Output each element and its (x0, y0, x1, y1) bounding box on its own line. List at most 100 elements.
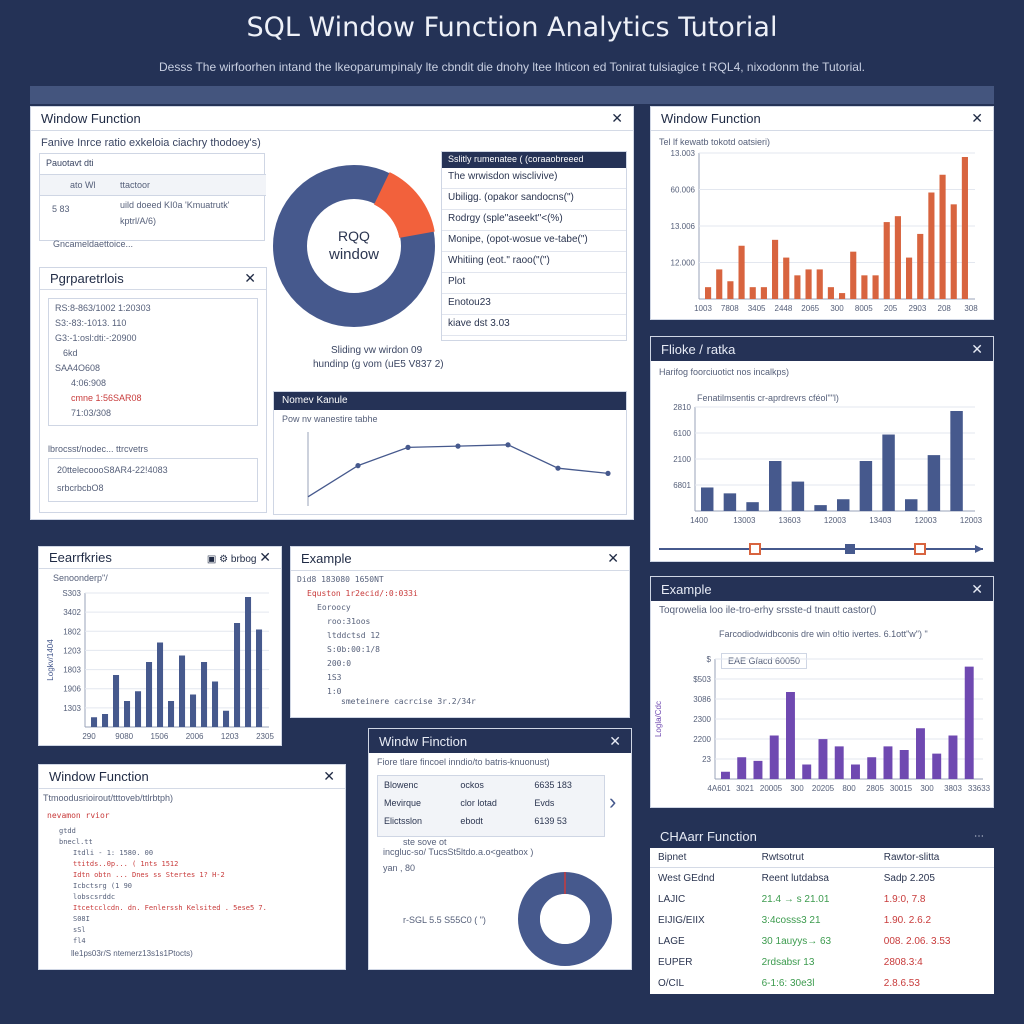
slider-handle[interactable] (845, 544, 855, 554)
line-point[interactable] (355, 463, 361, 469)
close-icon[interactable]: ✕ (611, 110, 623, 127)
table-row[interactable]: EUPER 2rdsabsr 13 2808.3:4 (650, 952, 994, 973)
legend-item[interactable]: Plot (442, 273, 626, 294)
bar[interactable] (927, 455, 941, 511)
bar[interactable] (201, 662, 208, 727)
bar[interactable] (950, 411, 963, 511)
settings-icon[interactable]: ⚙ (219, 554, 228, 565)
bar[interactable] (190, 694, 197, 728)
bar[interactable] (839, 293, 846, 299)
bar[interactable] (917, 233, 924, 299)
line-point[interactable] (505, 442, 511, 448)
table-row[interactable]: O/CIL 6-1:6: 30e3l 2.8.6.53 (650, 973, 994, 994)
bar[interactable] (859, 461, 873, 511)
bar[interactable] (91, 717, 98, 727)
legend-item[interactable]: Ubiligg. (opakor sandocns(") (442, 189, 626, 210)
table-header[interactable]: Bipnet (650, 848, 754, 868)
bar[interactable] (791, 481, 805, 511)
bar[interactable] (894, 216, 901, 299)
close-icon[interactable]: ✕ (259, 549, 271, 565)
table-row[interactable]: West GEdnd Reent lutdabsa Sadp 2.205 (650, 868, 994, 890)
close-icon[interactable]: ✕ (323, 768, 335, 785)
legend-item[interactable]: Whitiing (eot." raoo("(") (442, 252, 626, 273)
bar[interactable] (738, 245, 745, 299)
bar[interactable] (168, 701, 175, 727)
line-point[interactable] (605, 470, 611, 476)
menu-icon[interactable]: ⋯ (974, 831, 984, 842)
close-icon[interactable]: ✕ (244, 270, 256, 287)
legend-item[interactable]: kiave dst 3.03 (442, 315, 626, 336)
bar[interactable] (883, 222, 890, 299)
table-row[interactable]: EIJIG/EIIX 3:4cosss3 21 1.90. 2.6.2 (650, 910, 994, 931)
bar[interactable] (961, 157, 968, 299)
legend-item[interactable]: Enotou23 (442, 294, 626, 315)
bar[interactable] (746, 502, 759, 511)
bar[interactable] (906, 257, 913, 299)
legend-item[interactable]: The wrwisdon wisclivive) (442, 168, 626, 189)
bar[interactable] (948, 735, 958, 780)
close-icon[interactable]: ✕ (609, 733, 621, 750)
close-icon[interactable]: ✕ (971, 581, 983, 598)
bar[interactable] (723, 493, 737, 511)
save-icon[interactable]: ▣ (207, 554, 216, 565)
close-icon[interactable]: ✕ (971, 110, 983, 127)
next-arrow-icon[interactable]: › (609, 789, 616, 815)
bar[interactable] (234, 623, 241, 727)
bar[interactable] (157, 642, 164, 728)
bar[interactable] (245, 597, 252, 727)
bar[interactable] (721, 771, 730, 779)
bar[interactable] (905, 499, 918, 511)
bar[interactable] (861, 275, 868, 299)
bar[interactable] (102, 714, 109, 727)
bar[interactable] (964, 666, 974, 779)
bar[interactable] (827, 287, 834, 299)
bar[interactable] (772, 239, 779, 299)
bar[interactable] (753, 760, 763, 779)
bar[interactable] (802, 764, 812, 780)
bar[interactable] (705, 287, 712, 299)
bar[interactable] (769, 735, 779, 780)
bar[interactable] (814, 505, 827, 511)
table-row[interactable]: LAGE 30 1auyys→ 63 008. 2.06. 3.53 (650, 931, 994, 952)
bar[interactable] (769, 461, 782, 511)
bar[interactable] (124, 701, 131, 727)
bar[interactable] (737, 757, 747, 779)
bar[interactable] (834, 746, 844, 779)
bar[interactable] (867, 757, 877, 779)
bar[interactable] (179, 655, 186, 728)
bar[interactable] (716, 269, 723, 299)
bar[interactable] (212, 681, 219, 728)
bar[interactable] (783, 257, 790, 299)
bar[interactable] (818, 739, 828, 779)
timeline-slider[interactable] (651, 539, 991, 559)
bar[interactable] (850, 251, 857, 299)
bar[interactable] (950, 204, 957, 299)
bar[interactable] (113, 675, 120, 727)
bar[interactable] (794, 275, 801, 299)
slider-handle[interactable] (749, 543, 761, 555)
bar[interactable] (146, 662, 153, 727)
bar[interactable] (805, 269, 812, 299)
bar[interactable] (883, 746, 893, 779)
bar[interactable] (135, 691, 142, 727)
bar[interactable] (928, 192, 935, 300)
bar[interactable] (760, 287, 767, 299)
line-point[interactable] (455, 443, 461, 449)
bar[interactable] (701, 487, 714, 511)
bar[interactable] (749, 287, 756, 299)
legend-item[interactable]: Rodrgy (sple"aseekt"<(%) (442, 210, 626, 231)
bar[interactable] (786, 692, 795, 779)
bar[interactable] (932, 753, 942, 779)
bar[interactable] (939, 174, 946, 299)
bar[interactable] (899, 750, 909, 779)
bar[interactable] (851, 764, 860, 780)
bar[interactable] (223, 710, 230, 727)
table-row[interactable]: LAJIC 21.4 → s 21.01 1.9:0, 7.8 (650, 889, 994, 910)
bar[interactable] (872, 275, 879, 299)
line-point[interactable] (555, 465, 561, 471)
close-icon[interactable]: ✕ (971, 341, 983, 358)
table-header[interactable]: Rawtor-slitta (875, 848, 994, 868)
bar[interactable] (916, 728, 925, 779)
bar[interactable] (837, 499, 850, 511)
bar[interactable] (256, 629, 263, 728)
